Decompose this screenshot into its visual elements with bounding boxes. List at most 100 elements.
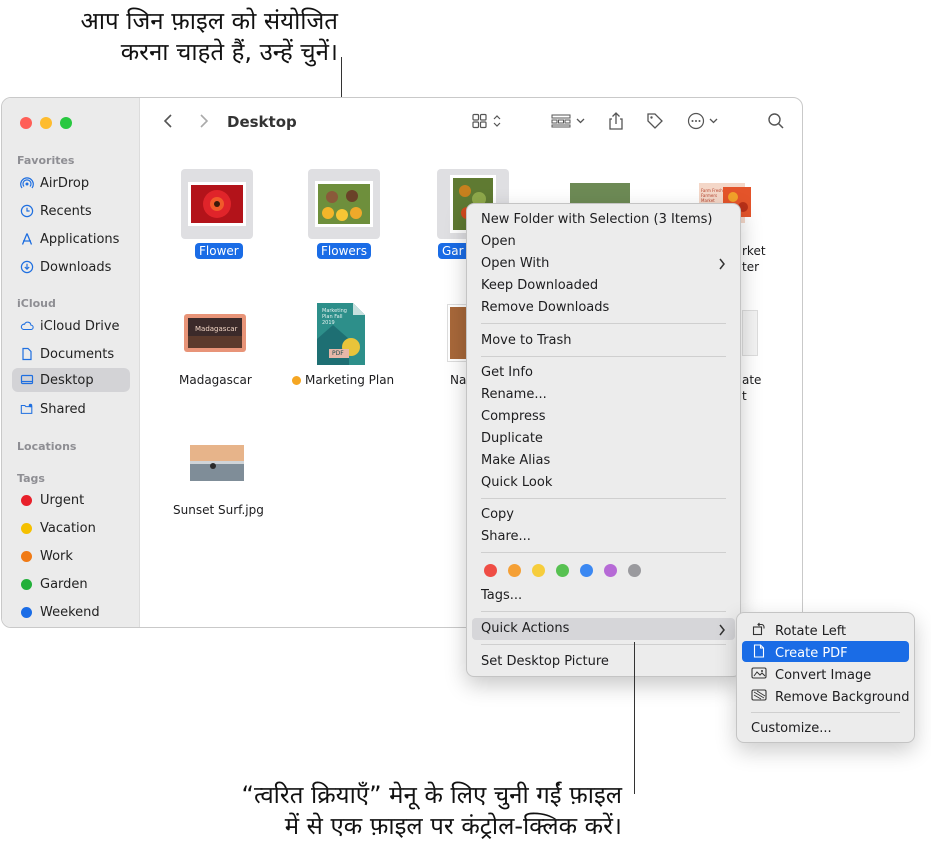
search-button[interactable] — [765, 112, 787, 134]
shared-folder-icon — [20, 402, 34, 416]
menu-item-rename[interactable]: Rename... — [481, 387, 547, 402]
file-thumbnail-partial-photo[interactable] — [570, 183, 630, 203]
submenu-item-create-pdf[interactable]: Create PDF — [751, 644, 848, 662]
zoom-window-button[interactable] — [60, 117, 72, 129]
menu-tag-color-red[interactable] — [484, 564, 497, 577]
tag-icon — [645, 111, 665, 135]
traffic-lights — [20, 117, 72, 129]
flowers-photo-icon — [315, 181, 373, 227]
toolbar: Desktop — [141, 98, 802, 148]
callout-bottom-line-1: “त्वरित क्रियाएँ” मेनू के लिए चुनी गईं फ… — [241, 781, 622, 809]
submenu-item-convert-image[interactable]: Convert Image — [751, 666, 871, 684]
tag-button[interactable] — [643, 112, 667, 134]
menu-tag-color-yellow[interactable] — [532, 564, 545, 577]
view-options-button[interactable] — [469, 112, 507, 134]
submenu-item-label: Convert Image — [775, 667, 872, 683]
file-name-market-partial-2[interactable]: ter — [742, 260, 759, 274]
group-by-button[interactable] — [549, 112, 591, 134]
menu-tag-color-blue[interactable] — [580, 564, 593, 577]
tag-color-dot — [21, 550, 32, 562]
menu-item-open[interactable]: Open — [481, 234, 516, 249]
sidebar-item-airdrop[interactable]: AirDrop — [12, 171, 130, 195]
file-tag-dot-marketing-plan — [292, 376, 301, 385]
tag-color-dot — [21, 578, 32, 590]
market-cover-text: Farm Fresh Farmers Market — [701, 188, 723, 203]
grid-view-icon — [471, 113, 505, 133]
menu-tag-color-purple[interactable] — [604, 564, 617, 577]
menu-item-compress[interactable]: Compress — [481, 409, 546, 424]
menu-tag-color-orange[interactable] — [508, 564, 521, 577]
file-name-marketing-plan[interactable]: Marketing Plan — [305, 373, 394, 387]
file-name-template-partial-2[interactable]: t — [742, 389, 747, 403]
file-name-template-partial-1[interactable]: ate — [742, 373, 761, 387]
sidebar-item-recents[interactable]: Recents — [12, 199, 130, 223]
menu-item-set-desktop-picture[interactable]: Set Desktop Picture — [481, 654, 609, 669]
sidebar-tag-weekend[interactable]: Weekend — [12, 600, 130, 624]
menu-item-open-with[interactable]: Open With — [481, 256, 549, 271]
sidebar-tag-vacation[interactable]: Vacation — [12, 516, 130, 540]
marketing-pdf-text: PDF — [332, 350, 344, 357]
sidebar-item-label: AirDrop — [40, 175, 90, 191]
file-name-garden[interactable]: Gar — [438, 243, 468, 259]
document-icon — [751, 644, 767, 662]
sidebar-item-applications[interactable]: Applications — [12, 227, 130, 251]
sidebar-heading-favorites: Favorites — [17, 154, 75, 167]
callout-top-line-1: आप जिन फ़ाइल को संयोजित — [80, 7, 338, 35]
sidebar-item-label: Work — [40, 548, 73, 564]
menu-item-make-alias[interactable]: Make Alias — [481, 453, 550, 468]
file-name-market-partial-1[interactable]: rket — [742, 244, 766, 258]
file-thumbnail-flower[interactable] — [181, 169, 253, 239]
menu-item-move-to-trash[interactable]: Move to Trash — [481, 333, 572, 348]
sidebar-item-label: Desktop — [40, 372, 94, 388]
share-icon — [607, 111, 625, 135]
file-name-na-partial[interactable]: Na — [450, 373, 466, 387]
submenu-item-rotate-left[interactable]: Rotate Left — [751, 622, 846, 640]
file-thumbnail-template[interactable] — [742, 310, 758, 356]
file-name-flower[interactable]: Flower — [195, 243, 243, 259]
flower-photo-icon — [188, 182, 246, 226]
menu-item-duplicate[interactable]: Duplicate — [481, 431, 543, 446]
file-name-flowers[interactable]: Flowers — [317, 243, 371, 259]
sidebar-heading-tags: Tags — [17, 472, 45, 485]
more-actions-button[interactable] — [686, 112, 724, 134]
chevron-right-icon — [718, 622, 726, 641]
sidebar-item-desktop[interactable]: Desktop — [12, 368, 130, 392]
file-name-sunset-surf[interactable]: Sunset Surf.jpg — [173, 503, 264, 517]
submenu-item-customize[interactable]: Customize... — [751, 721, 832, 736]
sidebar-item-label: Applications — [40, 231, 120, 247]
sidebar-tag-urgent[interactable]: Urgent — [12, 488, 130, 512]
sidebar-item-shared[interactable]: Shared — [12, 397, 130, 421]
back-button[interactable] — [159, 112, 177, 134]
group-by-icon — [550, 113, 590, 133]
menu-separator — [481, 644, 726, 645]
menu-tag-color-gray[interactable] — [628, 564, 641, 577]
menu-item-keep-downloaded[interactable]: Keep Downloaded — [481, 278, 598, 293]
forward-button[interactable] — [195, 112, 213, 134]
menu-item-share[interactable]: Share... — [481, 529, 531, 544]
sidebar-tag-garden[interactable]: Garden — [12, 572, 130, 596]
file-name-madagascar[interactable]: Madagascar — [179, 373, 252, 387]
share-button[interactable] — [605, 112, 627, 134]
menu-item-remove-downloads[interactable]: Remove Downloads — [481, 300, 609, 315]
sidebar-tag-work[interactable]: Work — [12, 544, 130, 568]
menu-item-get-info[interactable]: Get Info — [481, 365, 533, 380]
sidebar-item-downloads[interactable]: Downloads — [12, 255, 130, 279]
minimize-window-button[interactable] — [40, 117, 52, 129]
file-thumbnail-sunset-surf[interactable] — [187, 442, 247, 484]
menu-tag-color-green[interactable] — [556, 564, 569, 577]
sidebar: Favorites AirDrop Recents Applications D… — [2, 98, 140, 627]
menu-item-copy[interactable]: Copy — [481, 507, 514, 522]
menu-item-quick-look[interactable]: Quick Look — [481, 475, 552, 490]
menu-item-tags[interactable]: Tags... — [481, 588, 522, 603]
menu-item-new-folder-with-selection[interactable]: New Folder with Selection (3 Items) — [481, 212, 712, 227]
sidebar-item-documents[interactable]: Documents — [12, 342, 130, 366]
callout-bottom-line-2: में से एक फ़ाइल पर कंट्रोल-क्लिक करें। — [284, 812, 622, 840]
submenu-item-label: Remove Background — [775, 689, 910, 705]
file-thumbnail-madagascar[interactable] — [184, 314, 246, 352]
sidebar-item-icloud-drive[interactable]: iCloud Drive — [12, 314, 130, 338]
file-thumbnail-flowers[interactable] — [308, 169, 380, 239]
menu-item-quick-actions[interactable]: Quick Actions — [481, 621, 569, 636]
submenu-item-remove-background[interactable]: Remove Background — [751, 688, 909, 706]
close-window-button[interactable] — [20, 117, 32, 129]
remove-background-icon — [751, 688, 767, 706]
